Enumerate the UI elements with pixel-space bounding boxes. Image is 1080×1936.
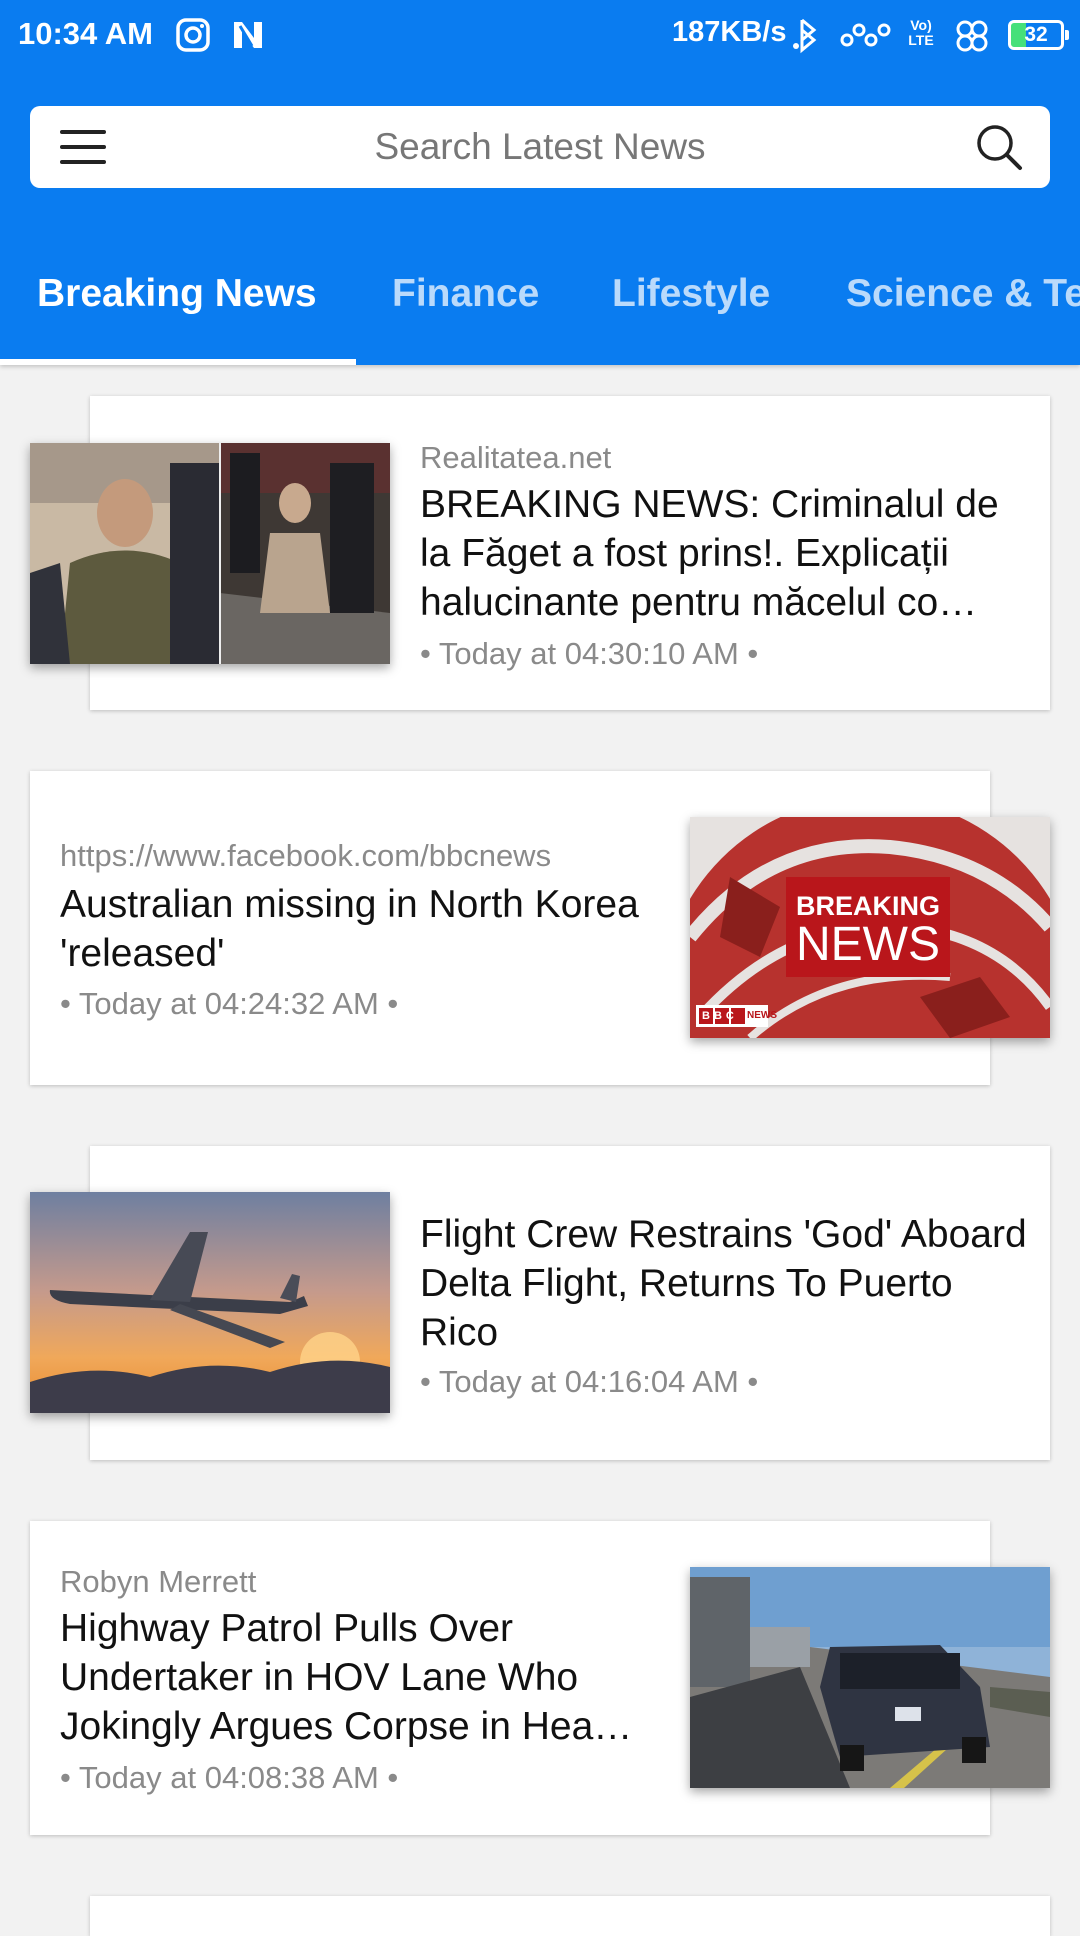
category-tabs: Breaking News Finance Lifestyle Science … bbox=[0, 262, 1080, 365]
battery-icon: 32 bbox=[1008, 20, 1069, 50]
tab-finance[interactable]: Finance bbox=[392, 272, 539, 316]
article-image[interactable] bbox=[690, 1567, 1050, 1788]
tab-science-tech[interactable]: Science & Tech bbox=[846, 272, 1080, 316]
volte-icon: Vo) LTE bbox=[908, 17, 934, 48]
status-time: 10:34 AM bbox=[18, 16, 153, 51]
article-title[interactable]: Flight Crew Restrains 'God' Aboard Delta… bbox=[420, 1210, 1030, 1360]
search-icon[interactable] bbox=[974, 122, 1024, 172]
article-time: • Today at 04:30:10 AM • bbox=[420, 636, 759, 671]
bbc-news-suffix: NEWS bbox=[747, 1010, 777, 1021]
network-speed: 187KB/s bbox=[672, 16, 787, 48]
article-time: • Today at 04:08:38 AM • bbox=[60, 1760, 399, 1795]
bluetooth-icon bbox=[793, 18, 817, 54]
tab-breaking-news[interactable]: Breaking News bbox=[37, 272, 317, 316]
article-source: https://www.facebook.com/bbcnews bbox=[60, 838, 552, 873]
status-bar: 10:34 AM 187KB/s Vo) LTE 32 bbox=[0, 0, 1080, 72]
article-title[interactable]: BREAKING NEWS: Criminalul de la Făget a … bbox=[420, 480, 1030, 630]
search-input[interactable] bbox=[190, 122, 890, 172]
app-header: 10:34 AM 187KB/s Vo) LTE 32 Search Lates… bbox=[0, 0, 1080, 365]
article-image[interactable] bbox=[30, 1192, 390, 1413]
news-card[interactable] bbox=[90, 1896, 1050, 1936]
active-tab-indicator bbox=[0, 359, 356, 365]
search-bar bbox=[30, 106, 1050, 188]
article-time: • Today at 04:24:32 AM • bbox=[60, 986, 399, 1021]
instagram-icon bbox=[176, 18, 210, 52]
article-image[interactable]: BREAKING NEWS BBC NEWS bbox=[690, 817, 1050, 1038]
article-title[interactable]: Highway Patrol Pulls Over Undertaker in … bbox=[60, 1604, 670, 1754]
article-time: • Today at 04:16:04 AM • bbox=[420, 1364, 759, 1399]
signal-icon bbox=[840, 23, 891, 47]
article-source: Realitatea.net bbox=[420, 440, 612, 475]
menu-icon[interactable] bbox=[60, 130, 106, 164]
article-title[interactable]: Australian missing in North Korea 'relea… bbox=[60, 880, 660, 980]
news-label: NEWS bbox=[796, 918, 940, 971]
bbc-logo: BBC bbox=[702, 1010, 738, 1022]
wifi-icon bbox=[956, 20, 988, 52]
article-image[interactable] bbox=[30, 443, 390, 664]
tab-lifestyle[interactable]: Lifestyle bbox=[612, 272, 770, 316]
n-app-icon bbox=[234, 22, 262, 48]
article-source: Robyn Merrett bbox=[60, 1564, 257, 1599]
